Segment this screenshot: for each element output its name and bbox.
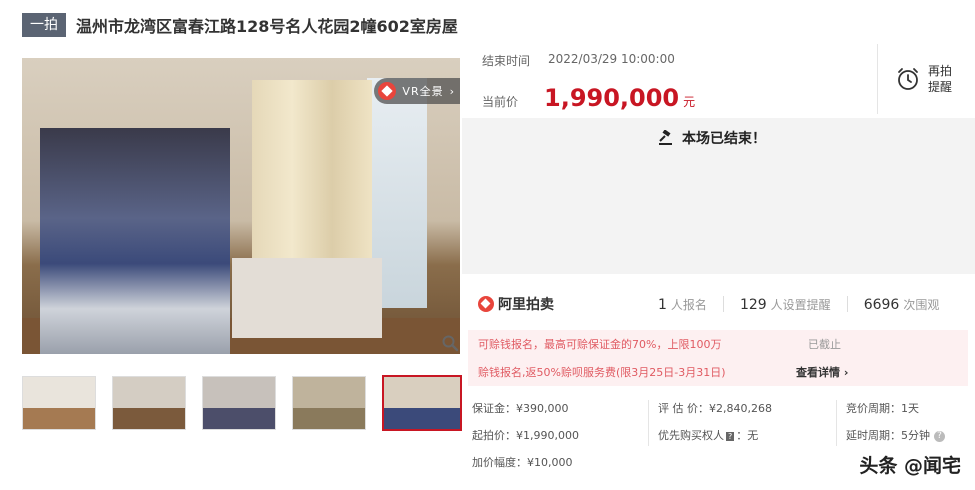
delay-cycle: 延时周期：5分钟? <box>846 427 945 443</box>
zoom-icon[interactable] <box>441 334 459 352</box>
bid-increment: 加价幅度：¥10,000 <box>472 456 573 469</box>
page-title: 温州市龙湾区富春江路128号名人花园2幢602室房屋 <box>76 17 458 36</box>
stats-bar: 阿里拍卖 1 人报名 129 人设置提醒 6696 次围观 <box>478 292 968 316</box>
ali-auction-logo: 阿里拍卖 <box>478 294 658 314</box>
delay-cycle-text: 延时周期：5分钟 <box>846 429 930 442</box>
watermark: 头条 @闻宅 <box>859 455 961 477</box>
help-icon[interactable]: ? <box>934 430 945 442</box>
priority-buyer: 优先购买权人? ：无 <box>658 427 758 443</box>
thumbnail[interactable] <box>202 376 276 430</box>
current-price-label: 当前价 <box>482 95 519 109</box>
views-label: 次围观 <box>903 297 940 312</box>
signup-count: 1 <box>658 296 667 313</box>
vr-icon <box>378 82 397 100</box>
promo-line-1: 可赊钱报名，最高可赊保证金的70%，上限100万 <box>478 338 722 351</box>
reminder-label: 人设置提醒 <box>770 297 831 312</box>
auction-status-box: 本场已结束！ <box>462 118 975 274</box>
credit-signup-promo: 可赊钱报名，最高可赊保证金的70%，上限100万 已截止 赊钱报名,返50%赊呗… <box>468 330 968 386</box>
reminder-count: 129 <box>739 296 767 313</box>
appraisal-price: 评 估 价：¥2,840,268 <box>658 402 772 415</box>
vr-panorama-button[interactable]: VR全景 › <box>374 78 460 104</box>
remind-label-line1: 再拍 <box>928 64 953 78</box>
price-unit: 元 <box>683 95 696 109</box>
starting-price: 起拍价：¥1,990,000 <box>472 429 579 442</box>
thumbnail-strip <box>22 375 478 431</box>
curtain <box>252 80 372 270</box>
alarm-clock-icon <box>898 68 918 90</box>
priority-buyer-value: ：无 <box>736 429 759 442</box>
gavel-icon <box>659 130 672 145</box>
end-time-row: 结束时间 2022/03/29 10:00:00 <box>482 52 675 69</box>
thumbnail[interactable] <box>22 376 96 430</box>
views-stat: 6696 次围观 <box>864 296 940 313</box>
reminder-stat: 129 人设置提醒 <box>740 296 831 313</box>
bed <box>232 258 382 338</box>
signup-stat: 1 人报名 <box>658 296 707 313</box>
end-time-label: 结束时间 <box>482 54 531 68</box>
view-details-link[interactable]: 查看详情 › <box>796 364 848 380</box>
page-header: 一拍 温州市龙湾区富春江路128号名人花园2幢602室房屋 <box>22 12 458 38</box>
re-auction-remind-button[interactable]: 再拍 提醒 <box>877 44 975 114</box>
divider <box>648 400 649 446</box>
bidding-cycle: 竞价周期：1天 <box>846 402 919 415</box>
logo-text: 阿里拍卖 <box>498 297 554 313</box>
views-count: 6696 <box>863 296 900 313</box>
signup-label: 人报名 <box>670 297 707 312</box>
remind-label-line2: 提醒 <box>928 80 953 94</box>
promo-status: 已截止 <box>808 338 841 351</box>
auction-round-tag: 一拍 <box>22 13 66 37</box>
main-photo[interactable]: VR全景 › <box>22 58 460 354</box>
ali-auction-logo-icon <box>478 296 494 312</box>
deposit: 保证金：¥390,000 <box>472 402 569 415</box>
chevron-right-icon: › <box>449 84 454 98</box>
vr-label: VR全景 <box>402 85 444 98</box>
divider <box>722 296 724 312</box>
current-price-row: 当前价 1,990,000 元 <box>482 84 695 112</box>
current-price: 1,990,000 <box>544 84 680 112</box>
thumbnail[interactable] <box>292 376 366 430</box>
priority-help-tag[interactable]: ? <box>726 431 735 441</box>
thumbnail-active[interactable] <box>382 375 462 431</box>
promo-line-2: 赊钱报名,返50%赊呗服务费(限3月25日-3月31日) <box>478 366 726 379</box>
end-time-value: 2022/03/29 10:00:00 <box>548 52 675 66</box>
bunk-bed <box>40 128 230 354</box>
divider <box>846 296 848 312</box>
divider <box>836 400 837 446</box>
auction-ended-text: 本场已结束！ <box>682 131 766 147</box>
auction-status: 本场已结束！ <box>658 128 766 148</box>
thumbnail[interactable] <box>112 376 186 430</box>
priority-buyer-label: 优先购买权人 <box>658 429 724 442</box>
